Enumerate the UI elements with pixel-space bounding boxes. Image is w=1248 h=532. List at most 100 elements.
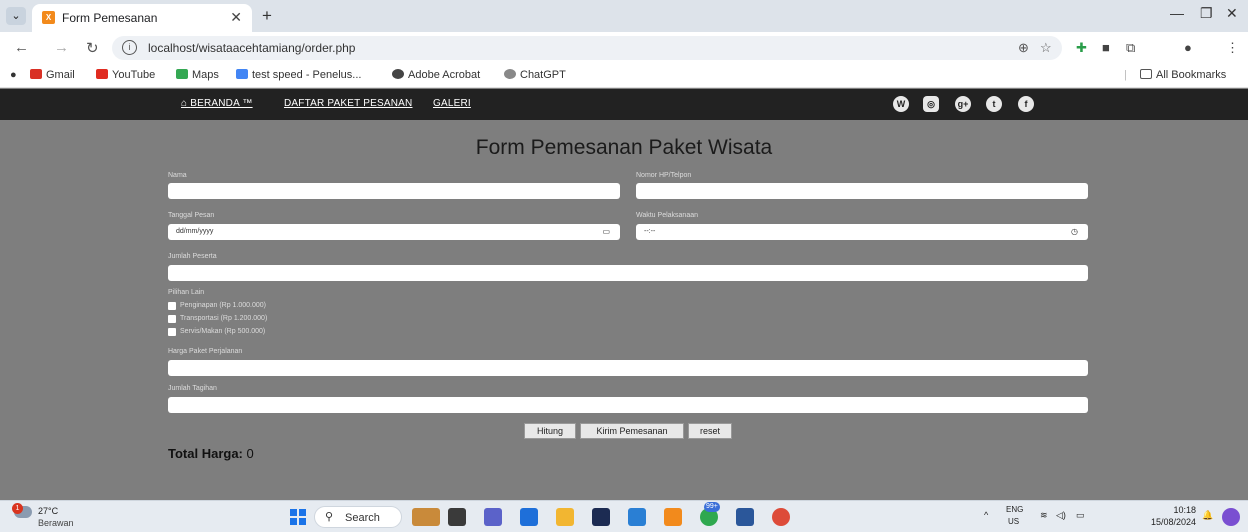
url-text: localhost/wisataacehtamiang/order.php: [148, 41, 356, 55]
zoom-icon[interactable]: ⊕: [1018, 40, 1029, 56]
reload-icon[interactable]: ↻: [86, 39, 99, 57]
bookmark-chatgpt[interactable]: ChatGPT: [504, 69, 566, 81]
chatgpt-icon: [504, 69, 516, 79]
instagram-icon[interactable]: ◎: [923, 96, 939, 112]
google-plus-icon[interactable]: g+: [955, 96, 971, 112]
bookmark-maps[interactable]: Maps: [176, 69, 219, 81]
bookmarks-separator: |: [1124, 69, 1127, 81]
google-icon: [236, 69, 248, 79]
chrome-icon[interactable]: [772, 508, 790, 526]
minimize-icon[interactable]: —: [1170, 5, 1184, 21]
widgets-icon[interactable]: [412, 508, 440, 526]
clock[interactable]: 10:18 15/08/2024: [1151, 505, 1196, 527]
total-price-label: Total Harga:: [168, 446, 243, 461]
total-price: Total Harga: 0: [168, 446, 254, 461]
package-price-input[interactable]: [168, 360, 1088, 376]
transport-label: Transportasi (Rp 1.200.000): [180, 315, 268, 322]
chrome-menu-icon[interactable]: ⋮: [1226, 40, 1239, 56]
extension-plus-icon[interactable]: ✚: [1076, 40, 1087, 56]
maps-icon: [176, 69, 188, 79]
tab-title: Form Pemesanan: [62, 11, 158, 25]
apps-icon[interactable]: ●: [10, 69, 17, 81]
bookmark-gmail[interactable]: Gmail: [30, 69, 75, 81]
store-icon[interactable]: [520, 508, 538, 526]
total-price-value: 0: [246, 446, 254, 461]
task-view-icon[interactable]: [448, 508, 466, 526]
extension-icon[interactable]: ■: [1102, 40, 1110, 55]
restore-icon[interactable]: ❐: [1200, 5, 1213, 22]
page-title: Form Pemesanan Paket Wisata: [475, 136, 773, 159]
tab-close-icon[interactable]: ✕: [230, 9, 242, 26]
participants-label: Jumlah Peserta: [168, 253, 217, 260]
browser-tab[interactable]: X Form Pemesanan ✕: [32, 4, 252, 32]
extensions-puzzle-icon[interactable]: ⧉: [1126, 40, 1135, 56]
transport-checkbox[interactable]: [168, 315, 176, 323]
bill-input[interactable]: [168, 397, 1088, 413]
copilot-icon[interactable]: [1222, 508, 1240, 526]
reset-button[interactable]: reset: [688, 423, 732, 439]
bookmark-speed-test[interactable]: test speed - Penelus...: [236, 69, 361, 81]
word-icon[interactable]: [736, 508, 754, 526]
windows-start-icon[interactable]: [290, 509, 306, 525]
notification-badge: 1: [12, 503, 23, 514]
search-placeholder: Search: [345, 512, 380, 524]
bookmark-youtube[interactable]: YouTube: [96, 69, 155, 81]
order-date-input[interactable]: dd/mm/yyyy ▭: [168, 224, 620, 240]
address-bar[interactable]: i localhost/wisataacehtamiang/order.php …: [112, 36, 1062, 60]
nav-gallery[interactable]: GALERI: [433, 98, 471, 109]
folder-icon: [1140, 69, 1152, 79]
nav-packages[interactable]: DAFTAR PAKET PESANAN: [284, 98, 412, 109]
clock-time: 10:18: [1173, 505, 1196, 515]
clock-date: 15/08/2024: [1150, 517, 1196, 527]
search-icon: ⚲: [325, 511, 334, 523]
name-label: Nama: [168, 172, 187, 179]
all-bookmarks[interactable]: All Bookmarks: [1140, 69, 1226, 81]
exec-time-label: Waktu Pelaksanaan: [636, 212, 698, 219]
tab-search-button[interactable]: ⌄: [6, 7, 26, 25]
wordpress-icon[interactable]: W: [893, 96, 909, 112]
adobe-icon: [392, 69, 404, 79]
region-indicator[interactable]: US: [1008, 517, 1019, 526]
submit-order-button[interactable]: Kirim Pemesanan: [580, 423, 684, 439]
taskbar-search[interactable]: ⚲ Search: [314, 506, 402, 528]
battery-icon[interactable]: ▭: [1076, 510, 1085, 521]
order-date-label: Tanggal Pesan: [168, 212, 215, 219]
facebook-icon[interactable]: f: [1018, 96, 1034, 112]
meals-label: Servis/Makan (Rp 500.000): [180, 328, 266, 335]
teams-icon[interactable]: [484, 508, 502, 526]
clock-icon[interactable]: ◷: [1071, 227, 1078, 236]
twitter-icon[interactable]: t: [986, 96, 1002, 112]
file-explorer-icon[interactable]: [556, 508, 574, 526]
nav-home[interactable]: ⌂ BERANDA ™: [181, 98, 253, 109]
xampp-icon[interactable]: [664, 508, 682, 526]
new-tab-button[interactable]: +: [262, 6, 272, 26]
bookmark-star-icon[interactable]: ☆: [1040, 40, 1052, 56]
vscode-icon[interactable]: [628, 508, 646, 526]
profile-avatar-icon[interactable]: ●: [1184, 40, 1192, 55]
weather-description[interactable]: Berawan: [38, 518, 74, 528]
exec-time-input[interactable]: --:-- ◷: [636, 224, 1088, 240]
site-info-icon[interactable]: i: [122, 40, 137, 55]
calendar-icon[interactable]: ▭: [602, 227, 610, 236]
language-indicator[interactable]: ENG: [1006, 505, 1023, 514]
phone-input[interactable]: [636, 183, 1088, 199]
close-window-icon[interactable]: ✕: [1226, 5, 1238, 22]
back-icon[interactable]: ←: [14, 39, 29, 56]
notification-bell-icon[interactable]: 🔔: [1202, 510, 1213, 521]
forward-icon[interactable]: →: [54, 39, 69, 56]
youtube-icon: [96, 69, 108, 79]
package-price-label: Harga Paket Perjalanan: [168, 348, 243, 355]
bookmark-adobe-acrobat[interactable]: Adobe Acrobat: [392, 69, 480, 81]
photoshop-icon[interactable]: [592, 508, 610, 526]
meals-checkbox[interactable]: [168, 328, 176, 336]
calculate-button[interactable]: Hitung: [524, 423, 576, 439]
name-input[interactable]: [168, 183, 620, 199]
site-navbar: ⌂ BERANDA ™ DAFTAR PAKET PESANAN GALERI …: [0, 89, 1248, 120]
weather-temperature[interactable]: 27°C: [38, 506, 58, 516]
tray-expand-icon[interactable]: ^: [984, 510, 988, 520]
volume-icon[interactable]: ◁): [1056, 510, 1066, 521]
lodging-checkbox[interactable]: [168, 302, 176, 310]
wifi-icon[interactable]: ≋: [1040, 510, 1048, 521]
participants-input[interactable]: [168, 265, 1088, 281]
exec-time-placeholder: --:--: [644, 228, 656, 235]
